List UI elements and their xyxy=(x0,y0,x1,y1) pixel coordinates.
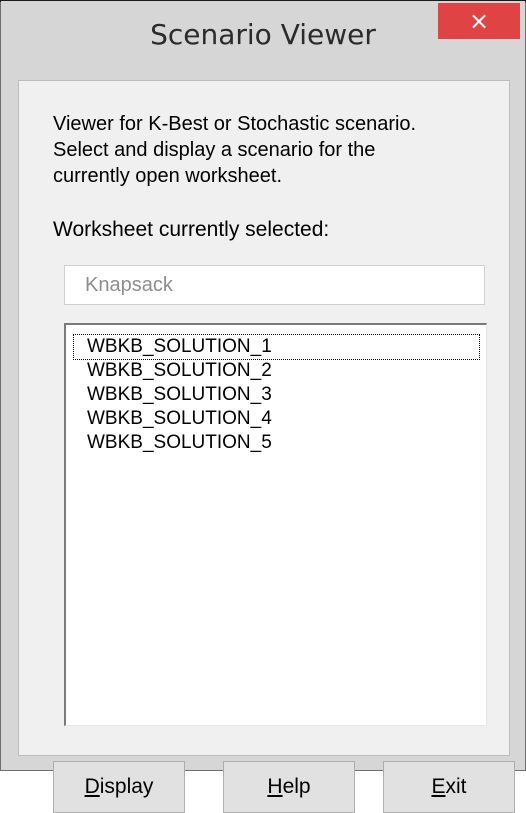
list-item[interactable]: WBKB_SOLUTION_5 xyxy=(74,431,479,455)
list-item[interactable]: WBKB_SOLUTION_4 xyxy=(74,407,479,431)
display-accel: D xyxy=(84,775,100,798)
scenario-listbox[interactable]: WBKB_SOLUTION_1 WBKB_SOLUTION_2 WBKB_SOL… xyxy=(64,323,487,726)
exit-button[interactable]: Exit xyxy=(383,761,515,813)
worksheet-label: Worksheet currently selected: xyxy=(53,218,330,241)
close-button[interactable]: × xyxy=(438,3,520,39)
list-item[interactable]: WBKB_SOLUTION_1 xyxy=(73,334,480,360)
list-item[interactable]: WBKB_SOLUTION_3 xyxy=(74,383,479,407)
description-text: Viewer for K-Best or Stochastic scenario… xyxy=(53,113,417,187)
button-row: Display Help Exit xyxy=(53,761,523,813)
list-item[interactable]: WBKB_SOLUTION_2 xyxy=(74,359,479,383)
close-icon: × xyxy=(468,7,490,35)
dialog-panel: Viewer for K-Best or Stochastic scenario… xyxy=(18,80,515,813)
help-button[interactable]: Help xyxy=(223,761,355,813)
worksheet-field: Knapsack xyxy=(64,265,485,305)
title-bar[interactable]: Scenario Viewer × xyxy=(1,1,525,81)
help-accel: H xyxy=(267,775,283,798)
display-button[interactable]: Display xyxy=(53,761,185,813)
help-label: elp xyxy=(282,775,311,798)
scenario-viewer-window: Scenario Viewer × Viewer for K-Best or S… xyxy=(0,0,526,813)
exit-accel: E xyxy=(431,775,446,798)
exit-label: xit xyxy=(445,775,467,798)
display-label: isplay xyxy=(99,775,154,798)
